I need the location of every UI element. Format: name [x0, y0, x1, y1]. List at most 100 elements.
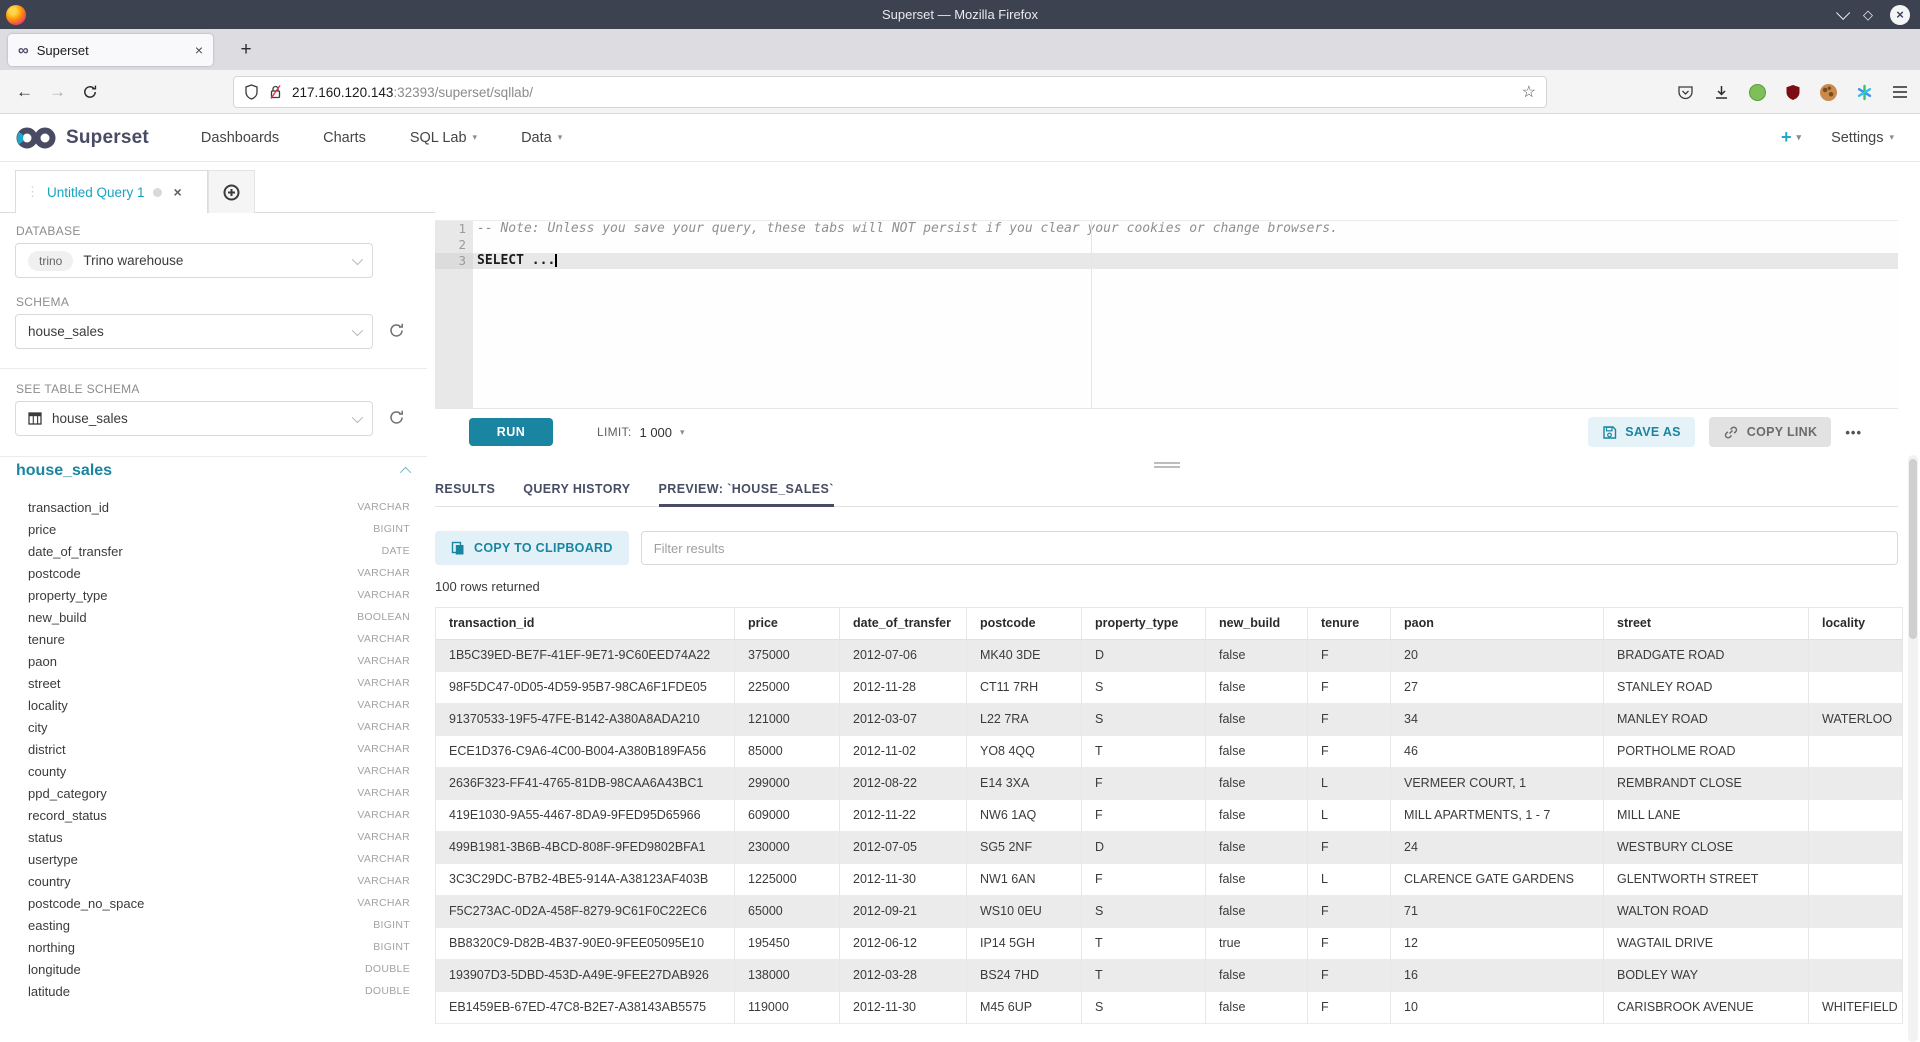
database-select[interactable]: trino Trino warehouse [15, 243, 373, 278]
back-icon[interactable]: ← [16, 82, 33, 102]
copy-link-button[interactable]: COPY LINK [1709, 417, 1832, 447]
table-cell: false [1206, 672, 1308, 704]
pocket-icon[interactable] [1677, 84, 1694, 101]
lock-crossed-icon[interactable] [268, 84, 283, 100]
tab-close-icon[interactable]: × [195, 42, 203, 58]
url-field[interactable]: 217.160.120.143:32393/superset/sqllab/ ☆ [233, 76, 1547, 108]
table-row[interactable]: 1B5C39ED-BE7F-41EF-9E71-9C60EED74A223750… [435, 640, 1903, 672]
column-header[interactable]: price [735, 608, 840, 640]
multi-account-icon[interactable] [1856, 84, 1873, 101]
schema-column-row[interactable]: countyVARCHAR [28, 760, 410, 782]
schema-column-row[interactable]: statusVARCHAR [28, 826, 410, 848]
schema-column-row[interactable]: postcode_no_spaceVARCHAR [28, 892, 410, 914]
scrollbar-thumb[interactable] [1909, 459, 1917, 639]
cookie-icon[interactable] [1820, 84, 1837, 101]
tab-results[interactable]: RESULTS [435, 474, 495, 506]
table-row[interactable]: 2636F323-FF41-4765-81DB-98CAA6A43BC12990… [435, 768, 1903, 800]
nav-dashboards[interactable]: Dashboards [201, 130, 279, 146]
more-options-icon[interactable]: ••• [1845, 425, 1862, 440]
save-as-button[interactable]: SAVE AS [1588, 417, 1695, 447]
window-close-icon[interactable]: × [1890, 5, 1910, 25]
schema-column-row[interactable]: ppd_categoryVARCHAR [28, 782, 410, 804]
nav-charts[interactable]: Charts [323, 130, 366, 146]
schema-select[interactable]: house_sales [15, 314, 373, 349]
table-row[interactable]: 98F5DC47-0D05-4D59-95B7-98CA6F1FDE052250… [435, 672, 1903, 704]
column-header[interactable]: date_of_transfer [840, 608, 967, 640]
add-query-tab-button[interactable] [208, 170, 255, 213]
table-row[interactable]: BB8320C9-D82B-4B37-90E0-9FEE05095E101954… [435, 928, 1903, 960]
run-button[interactable]: RUN [469, 418, 553, 446]
table-select[interactable]: house_sales [15, 401, 373, 436]
schema-column-row[interactable]: property_typeVARCHAR [28, 584, 410, 606]
schema-column-row[interactable]: streetVARCHAR [28, 672, 410, 694]
schema-column-row[interactable]: tenureVARCHAR [28, 628, 410, 650]
drag-grip-icon[interactable]: ⋮ [26, 184, 39, 200]
minimize-icon[interactable] [1836, 5, 1850, 19]
schema-column-row[interactable]: districtVARCHAR [28, 738, 410, 760]
schema-column-row[interactable]: eastingBIGINT [28, 914, 410, 936]
table-row[interactable]: 193907D3-5DBD-453D-A49E-9FEE27DAB9261380… [435, 960, 1903, 992]
column-header[interactable]: transaction_id [435, 608, 735, 640]
nav-sql-lab[interactable]: SQL Lab▾ [410, 130, 477, 146]
schema-column-row[interactable]: usertypeVARCHAR [28, 848, 410, 870]
browser-tab-superset[interactable]: ∞ Superset × [8, 34, 213, 66]
results-scrollbar[interactable] [1908, 455, 1918, 1042]
filter-results-input[interactable] [641, 531, 1898, 565]
schema-column-row[interactable]: latitudeDOUBLE [28, 980, 410, 1002]
schema-column-row[interactable]: localityVARCHAR [28, 694, 410, 716]
schema-column-row[interactable]: paonVARCHAR [28, 650, 410, 672]
table-row[interactable]: 499B1981-3B6B-4BCD-808F-9FED9802BFA12300… [435, 832, 1903, 864]
bookmark-star-icon[interactable]: ☆ [1522, 82, 1536, 102]
refresh-schema-icon[interactable] [388, 322, 405, 339]
schema-column-row[interactable]: cityVARCHAR [28, 716, 410, 738]
schema-column-row[interactable]: new_buildBOOLEAN [28, 606, 410, 628]
extension-icon[interactable] [1749, 84, 1766, 101]
schema-column-row[interactable]: record_statusVARCHAR [28, 804, 410, 826]
column-header[interactable]: property_type [1082, 608, 1206, 640]
reload-icon[interactable] [82, 84, 98, 100]
table-heading-row[interactable]: house_sales [16, 462, 411, 480]
pane-resize-grip[interactable] [435, 459, 1898, 471]
copy-to-clipboard-button[interactable]: COPY TO CLIPBOARD [435, 531, 629, 565]
column-header[interactable]: street [1604, 608, 1809, 640]
table-row[interactable]: ECE1D376-C9A6-4C00-B004-A380B189FA568500… [435, 736, 1903, 768]
column-header[interactable]: postcode [967, 608, 1082, 640]
schema-column-row[interactable]: transaction_idVARCHAR [28, 496, 410, 518]
column-name: price [28, 522, 373, 537]
ublock-icon[interactable] [1785, 84, 1801, 101]
column-header[interactable]: paon [1391, 608, 1604, 640]
download-icon[interactable] [1713, 84, 1730, 101]
schema-column-row[interactable]: date_of_transferDATE [28, 540, 410, 562]
new-tab-button[interactable]: + [232, 36, 260, 64]
sql-editor[interactable]: 1 2 3 -- Note: Unless you save your quer… [435, 220, 1898, 408]
menu-icon[interactable] [1892, 85, 1908, 99]
column-header[interactable]: new_build [1206, 608, 1308, 640]
new-item-button[interactable]: +▾ [1781, 127, 1801, 148]
superset-logo[interactable]: Superset [14, 126, 149, 150]
table-row[interactable]: 91370533-19F5-47FE-B142-A380A8ADA2101210… [435, 704, 1903, 736]
settings-menu[interactable]: Settings▾ [1831, 130, 1894, 146]
column-header[interactable]: tenure [1308, 608, 1391, 640]
schema-column-row[interactable]: northingBIGINT [28, 936, 410, 958]
table-row[interactable]: 419E1030-9A55-4467-8DA9-9FED95D659666090… [435, 800, 1903, 832]
forward-icon[interactable]: → [49, 82, 66, 102]
query-tab-untitled[interactable]: ⋮ Untitled Query 1 × [15, 170, 208, 213]
column-header[interactable]: locality [1809, 608, 1903, 640]
query-tab-close-icon[interactable]: × [174, 184, 182, 200]
schema-column-row[interactable]: longitudeDOUBLE [28, 958, 410, 980]
limit-control[interactable]: LIMIT: 1 000 ▾ [597, 425, 685, 440]
schema-column-row[interactable]: countryVARCHAR [28, 870, 410, 892]
maximize-icon[interactable]: ◇ [1863, 8, 1873, 21]
schema-column-row[interactable]: postcodeVARCHAR [28, 562, 410, 584]
tab-query-history[interactable]: QUERY HISTORY [523, 474, 630, 506]
tab-preview-house-sales[interactable]: PREVIEW: `HOUSE_SALES` [659, 474, 834, 506]
table-row[interactable]: F5C273AC-0D2A-458F-8279-9C61F0C22EC66500… [435, 896, 1903, 928]
shield-icon[interactable] [244, 84, 259, 100]
refresh-table-icon[interactable] [388, 409, 405, 426]
schema-column-row[interactable]: priceBIGINT [28, 518, 410, 540]
browser-titlebar: Superset — Mozilla Firefox ◇ × [0, 0, 1920, 29]
editor-code-area[interactable]: -- Note: Unless you save your query, the… [473, 221, 1898, 409]
nav-data[interactable]: Data▾ [521, 130, 562, 146]
table-row[interactable]: EB1459EB-67ED-47C8-B2E7-A38143AB55751190… [435, 992, 1903, 1024]
table-row[interactable]: 3C3C29DC-B7B2-4BE5-914A-A38123AF403B1225… [435, 864, 1903, 896]
